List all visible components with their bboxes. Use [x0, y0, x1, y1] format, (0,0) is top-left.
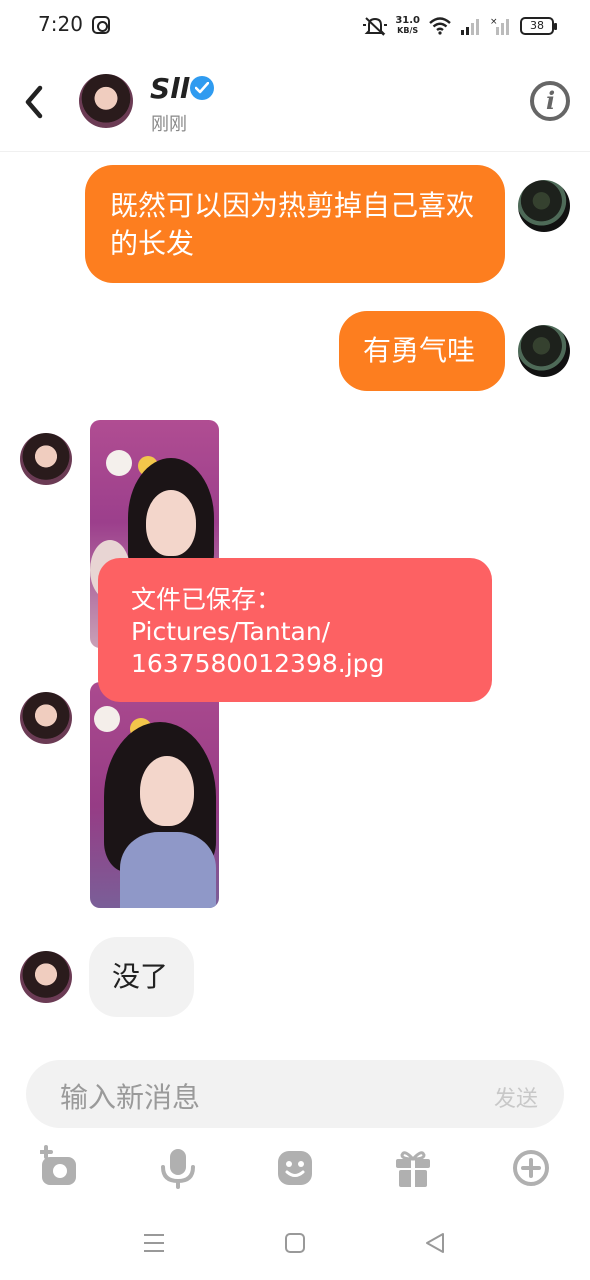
wifi-icon: [428, 17, 452, 35]
toast-line-3: 1637580012398.jpg: [131, 649, 385, 678]
signal-icon: [460, 17, 482, 35]
recent-apps-button[interactable]: [143, 1232, 165, 1258]
message-bubble-incoming[interactable]: 没了: [89, 937, 194, 1017]
camera-button[interactable]: [40, 1145, 80, 1191]
message-bubble-outgoing[interactable]: 既然可以因为热剪掉自己喜欢的长发: [85, 165, 505, 283]
my-avatar[interactable]: [518, 180, 570, 232]
chevron-left-icon: [25, 85, 43, 119]
message-text: 没了: [112, 960, 169, 993]
camera-icon: [40, 1145, 76, 1185]
gift-icon: [396, 1151, 430, 1187]
emoji-button[interactable]: [276, 1145, 316, 1191]
message-photo[interactable]: [90, 682, 219, 908]
instagram-icon: [92, 16, 110, 34]
message-text: 既然可以因为热剪掉自己喜欢的长发: [110, 189, 475, 260]
message-text: 有勇气哇: [363, 334, 476, 367]
file-saved-toast: 文件已保存： Pictures/Tantan/ 1637580012398.jp…: [98, 558, 492, 702]
status-bar: 7:20 31.0 KB/S × 38: [0, 0, 590, 52]
network-speed-value: 31.0: [395, 15, 420, 26]
send-button[interactable]: 发送: [494, 1081, 538, 1113]
contact-avatar[interactable]: [79, 74, 133, 128]
message-input-placeholder: 输入新消息: [60, 1081, 201, 1114]
status-time: 7:20: [38, 12, 83, 36]
contact-avatar[interactable]: [20, 951, 72, 1003]
contact-avatar[interactable]: [20, 692, 72, 744]
back-button[interactable]: [18, 80, 52, 124]
menu-icon: [144, 1234, 164, 1252]
chat-header: Sll 刚刚 i: [0, 52, 590, 152]
mute-bell-icon: [363, 15, 388, 37]
triangle-back-icon: [426, 1233, 444, 1253]
microphone-icon: [161, 1149, 195, 1189]
toast-line-1: 文件已保存：: [131, 585, 282, 614]
network-speed-unit: KB/S: [397, 26, 419, 35]
svg-text:×: ×: [490, 17, 498, 27]
photo-decoration: [94, 706, 120, 732]
status-indicators: 31.0 KB/S × 38: [363, 14, 557, 38]
info-icon: i: [546, 86, 556, 115]
system-navigation-bar: [0, 1220, 590, 1270]
contact-name[interactable]: Sll: [150, 72, 189, 105]
voice-button[interactable]: [158, 1145, 198, 1191]
gift-button[interactable]: [394, 1145, 434, 1191]
photo-face: [146, 490, 196, 556]
contact-avatar[interactable]: [20, 433, 72, 485]
home-square-icon: [285, 1233, 305, 1253]
emoji-icon: [278, 1151, 312, 1185]
message-input[interactable]: 输入新消息 发送: [26, 1060, 564, 1128]
plus-icon: [513, 1150, 549, 1186]
photo-face: [140, 756, 194, 826]
info-button[interactable]: i: [530, 81, 570, 121]
photo-clothing: [120, 832, 216, 908]
my-avatar[interactable]: [518, 325, 570, 377]
last-seen-status: 刚刚: [151, 114, 187, 135]
chat-toolbar: [0, 1145, 590, 1195]
message-bubble-outgoing[interactable]: 有勇气哇: [339, 311, 505, 391]
back-nav-button[interactable]: [424, 1232, 446, 1258]
home-button[interactable]: [284, 1232, 306, 1258]
network-speed: 31.0 KB/S: [395, 16, 420, 36]
signal-icon-2: ×: [490, 17, 512, 35]
photo-decoration: [106, 450, 132, 476]
verified-icon: [190, 76, 214, 100]
battery-icon: 38: [520, 17, 557, 35]
toast-line-2: Pictures/Tantan/: [131, 617, 331, 646]
more-button[interactable]: [512, 1145, 552, 1191]
